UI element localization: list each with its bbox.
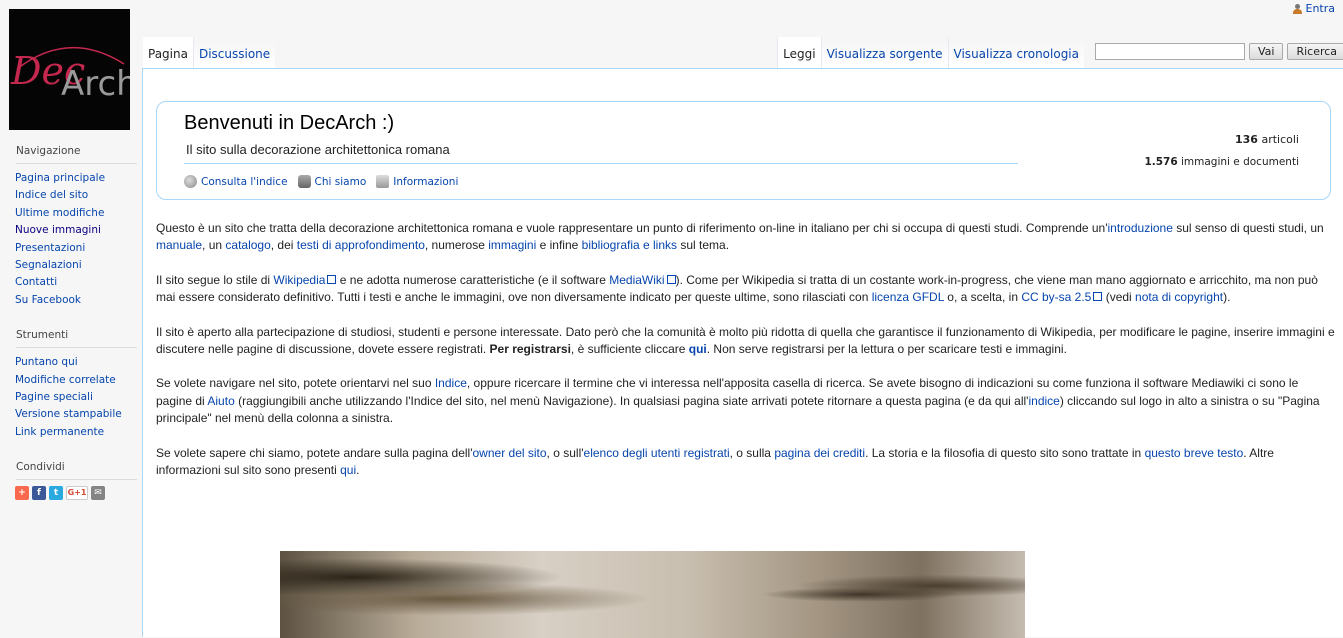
share-add-icon[interactable]: +: [15, 486, 29, 501]
tools-heading: Strumenti: [16, 329, 137, 349]
namespace-tabs: Pagina Discussione: [143, 37, 276, 69]
paragraph-intro: Questo è un sito che tratta della decora…: [156, 221, 1324, 253]
sidebar-item-contacts[interactable]: Contatti: [15, 276, 57, 288]
email-icon[interactable]: ✉: [91, 486, 105, 501]
sidebar-item-related-changes[interactable]: Modifiche correlate: [15, 374, 116, 386]
link-gfdl[interactable]: licenza GFDL: [872, 290, 944, 304]
page-subtitle: Il sito sulla decorazione architettonica…: [186, 142, 450, 157]
sidebar-item-what-links-here[interactable]: Puntano qui: [15, 356, 78, 368]
welcome-links: Consulta l'indice Chi siamo Informazioni: [184, 175, 458, 188]
link-user-list[interactable]: elenco degli utenti registrati: [584, 446, 730, 460]
link-cc-by-sa[interactable]: CC by-sa 2.5: [1021, 290, 1102, 304]
about-link-label[interactable]: Chi siamo: [315, 176, 367, 188]
tab-view-history[interactable]: Visualizza cronologia: [947, 37, 1084, 69]
google-plus-icon[interactable]: G+1: [66, 486, 88, 501]
sidebar-item-new-images[interactable]: Nuove immagini: [15, 224, 101, 236]
link-mediawiki[interactable]: MediaWiki: [609, 273, 675, 287]
about-link[interactable]: Chi siamo: [297, 175, 367, 188]
sidebar-item-special-pages[interactable]: Pagine speciali: [15, 391, 93, 403]
share-portal: Condividi + f t G+1 ✉: [15, 461, 137, 501]
articles-count: 136: [1235, 133, 1258, 146]
featured-image[interactable]: [280, 551, 1025, 638]
twitter-icon[interactable]: t: [49, 486, 63, 501]
paragraph-about: Se volete sapere chi siamo, potete andar…: [156, 445, 1274, 478]
user-icon: [1292, 3, 1302, 14]
site-logo[interactable]: Dec Arch: [9, 9, 130, 130]
tab-read[interactable]: Leggi: [777, 37, 821, 69]
view-tabs: Leggi Visualizza sorgente Visualizza cro…: [777, 37, 1084, 69]
images-label: immagini e documenti: [1181, 156, 1299, 168]
navigation-heading: Navigazione: [16, 145, 137, 164]
link-introduction[interactable]: introduzione: [1108, 221, 1173, 235]
main-content: Benvenuti in DecArch :) Il sito sulla de…: [142, 68, 1343, 638]
login-link[interactable]: Entra: [1292, 2, 1336, 15]
divider: [184, 163, 1018, 164]
magnifier-icon: [184, 175, 197, 188]
info-icon: [376, 175, 390, 188]
link-register[interactable]: qui: [689, 342, 707, 356]
paragraph-style: Il sito segue lo stile di Wikipedia e ne…: [156, 272, 1318, 305]
sidebar-item-permanent-link[interactable]: Link permanente: [15, 426, 104, 438]
link-further-texts[interactable]: testi di approfondimento: [297, 238, 425, 252]
sidebar-item-main-page[interactable]: Pagina principale: [15, 172, 105, 184]
index-link-label[interactable]: Consulta l'indice: [201, 176, 288, 188]
tab-view-source[interactable]: Visualizza sorgente: [820, 37, 948, 69]
sidebar-item-reports[interactable]: Segnalazioni: [15, 259, 82, 271]
paragraph-navigation: Se volete navigare nel sito, potete orie…: [156, 376, 1320, 426]
link-index[interactable]: Indice: [435, 376, 467, 390]
sidebar-item-printable-version[interactable]: Versione stampabile: [15, 408, 122, 420]
link-bibliography[interactable]: bibliografia e links: [582, 238, 677, 252]
search-button[interactable]: Ricerca: [1287, 43, 1343, 60]
articles-label: articoli: [1261, 133, 1299, 146]
link-images[interactable]: immagini: [488, 238, 536, 252]
logo-text-right: Arch: [61, 64, 130, 104]
paragraph-participation: Il sito è aperto alla partecipazione di …: [156, 324, 1335, 357]
sidebar-item-facebook[interactable]: Su Facebook: [15, 294, 81, 306]
search-input[interactable]: [1095, 43, 1245, 60]
link-wikipedia[interactable]: Wikipedia: [273, 273, 336, 287]
link-short-text[interactable]: questo breve testo: [1145, 446, 1244, 460]
page-title: Benvenuti in DecArch :): [184, 112, 395, 134]
site-stats: 136 articoli 1.576 immagini e documenti: [1144, 133, 1299, 168]
facebook-icon[interactable]: f: [32, 486, 46, 501]
search-form: Vai Ricerca: [1095, 43, 1343, 60]
share-heading: Condividi: [16, 461, 137, 481]
welcome-box: Benvenuti in DecArch :) Il sito sulla de…: [156, 101, 1331, 200]
link-help[interactable]: Aiuto: [207, 394, 234, 408]
link-site-owner[interactable]: owner del sito: [473, 446, 547, 460]
link-index-2[interactable]: indice: [1028, 394, 1059, 408]
link-more-info[interactable]: qui: [340, 463, 356, 477]
go-button[interactable]: Vai: [1249, 43, 1284, 60]
sidebar-item-site-index[interactable]: Indice del sito: [15, 189, 88, 201]
index-link[interactable]: Consulta l'indice: [184, 175, 288, 188]
link-manual[interactable]: manuale: [156, 238, 202, 252]
article-body: Questo è un sito che tratta della decora…: [156, 220, 1336, 496]
people-icon: [297, 175, 311, 188]
info-link-label[interactable]: Informazioni: [393, 176, 458, 188]
tools-portal: Strumenti Puntano qui Modifiche correlat…: [15, 329, 137, 441]
link-copyright-note[interactable]: nota di copyright: [1135, 290, 1223, 304]
link-credits[interactable]: pagina dei crediti: [774, 446, 865, 460]
tab-discussion[interactable]: Discussione: [192, 37, 276, 69]
images-count: 1.576: [1144, 156, 1178, 168]
tab-page[interactable]: Pagina: [143, 37, 193, 69]
sidebar-item-recent-changes[interactable]: Ultime modifiche: [15, 207, 104, 219]
decarch-logo-icon: Dec Arch: [10, 47, 130, 104]
sidebar: Navigazione Pagina principale Indice del…: [0, 145, 142, 520]
link-catalog[interactable]: catalogo: [225, 238, 270, 252]
login-label[interactable]: Entra: [1306, 2, 1336, 15]
info-link[interactable]: Informazioni: [376, 175, 458, 188]
sidebar-item-presentations[interactable]: Presentazioni: [15, 242, 85, 254]
navigation-portal: Navigazione Pagina principale Indice del…: [15, 145, 137, 309]
